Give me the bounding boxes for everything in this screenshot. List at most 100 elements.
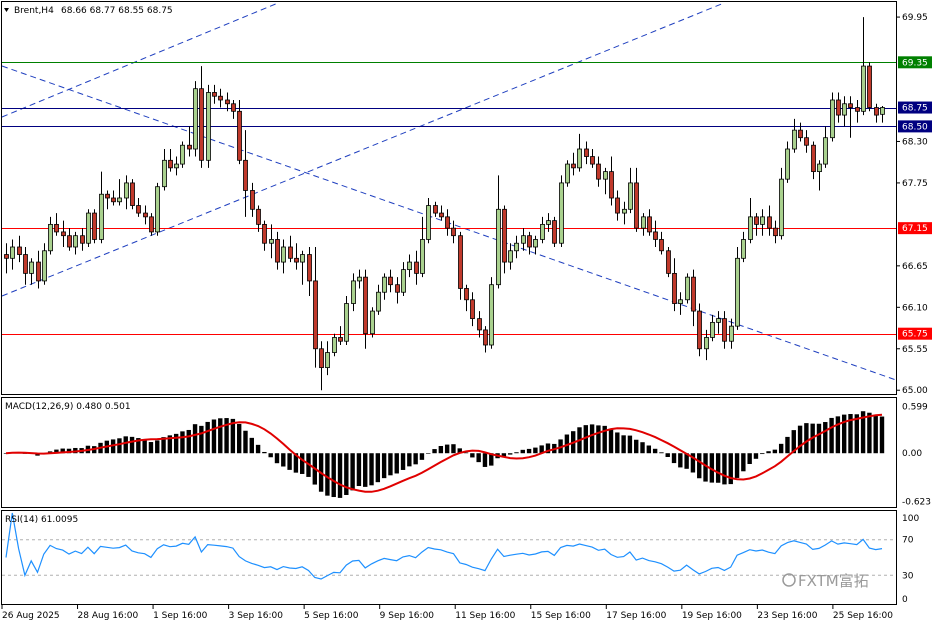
macd-bar xyxy=(728,453,733,485)
candle-body-down xyxy=(54,223,59,233)
candle-body-up xyxy=(748,216,753,240)
price-tick-label: 65.55 xyxy=(902,345,928,355)
macd-bar xyxy=(199,425,204,454)
candle-body-down xyxy=(811,144,816,173)
chart-svg: 69.95 68.30 67.75 66.65 66.10 65.55 65.00 69.3… xyxy=(0,0,936,624)
candle xyxy=(332,333,337,357)
candle-body-up xyxy=(10,246,15,259)
macd-bar xyxy=(363,453,368,487)
candle-body-up xyxy=(830,99,835,139)
macd-bar xyxy=(526,448,532,454)
level-tag-68-50: 68.50 xyxy=(898,120,932,133)
candle-body-up xyxy=(281,246,286,263)
candle-body-up xyxy=(792,129,797,150)
candle-body-down xyxy=(477,318,482,331)
macd-bar xyxy=(274,453,280,464)
price-tick-label: 66.65 xyxy=(902,262,928,272)
candle-body-up xyxy=(351,280,356,304)
candle-body-down xyxy=(80,235,85,244)
candle-body-down xyxy=(307,254,312,282)
candle xyxy=(867,62,872,112)
macd-bar xyxy=(407,453,412,467)
rsi-tick-label: 0 xyxy=(902,595,908,605)
candle-body-down xyxy=(168,159,173,169)
candle-body-up xyxy=(565,163,570,184)
macd-bar xyxy=(432,449,437,454)
candle-body-down xyxy=(243,159,248,191)
candle-body-up xyxy=(193,88,198,150)
candle-body-up xyxy=(704,337,709,350)
price-tick-label: 66.10 xyxy=(902,303,928,313)
candle-body-down xyxy=(288,246,293,259)
macd-bar xyxy=(476,453,481,463)
candle-body-up xyxy=(29,261,34,274)
candle xyxy=(697,303,702,357)
candle-body-up xyxy=(685,276,690,301)
candle-body-down xyxy=(697,310,702,350)
candle-body-down xyxy=(23,254,28,274)
macd-bar xyxy=(249,437,254,454)
time-tick-label: 15 Sep 16:00 xyxy=(531,611,591,621)
candle-body-down xyxy=(666,250,671,274)
time-tick-label: 11 Sep 16:00 xyxy=(455,611,515,621)
candle-body-up xyxy=(344,303,349,342)
candle-body-up xyxy=(508,250,513,263)
candle-body-up xyxy=(622,208,627,214)
macd-bar xyxy=(640,442,645,454)
candle xyxy=(92,209,97,244)
macd-bar xyxy=(608,428,614,454)
time-tick-label: 26 Aug 2025 xyxy=(2,611,60,621)
time-tick-label: 9 Sep 16:00 xyxy=(380,611,435,621)
candle-body-down xyxy=(149,216,154,233)
candle-body-down xyxy=(231,103,236,112)
time-tick-label: 5 Sep 16:00 xyxy=(304,611,359,621)
candle-body-up xyxy=(546,220,551,225)
macd-bar xyxy=(375,453,381,483)
candle-body-down xyxy=(615,197,620,214)
macd-bar xyxy=(281,453,286,467)
macd-bar xyxy=(243,430,248,454)
macd-bar xyxy=(300,453,305,474)
candle-body-down xyxy=(130,182,135,206)
time-tick-label: 1 Sep 16:00 xyxy=(153,611,208,621)
candle-body-up xyxy=(357,276,362,282)
rsi-label: RSI(14) 61.0095 xyxy=(5,515,78,525)
candle-body-down xyxy=(527,235,532,248)
candle-body-down xyxy=(571,163,576,169)
candle-body-up xyxy=(842,103,847,116)
ohlc-readout: 68.66 68.77 68.55 68.75 xyxy=(61,6,173,16)
macd-bar xyxy=(331,453,336,498)
price-tick-label: 67.75 xyxy=(902,179,928,189)
macd-bar xyxy=(722,453,727,485)
time-tick-label: 23 Sep 16:00 xyxy=(757,611,817,621)
candle-body-down xyxy=(691,276,696,312)
candle-body-down xyxy=(395,284,400,293)
macd-bar xyxy=(697,453,702,479)
candle-body-down xyxy=(634,182,639,229)
candle xyxy=(735,247,740,330)
macd-bar xyxy=(646,445,652,454)
macd-bar xyxy=(715,453,721,483)
candle-body-up xyxy=(99,193,104,240)
candle-body-up xyxy=(641,216,646,229)
candle xyxy=(489,277,494,349)
macd-bar xyxy=(520,449,525,454)
candle-body-up xyxy=(861,65,866,112)
macd-tick-label: -0.623 xyxy=(902,498,931,508)
macd-bar xyxy=(394,453,399,474)
macd-bar xyxy=(180,431,185,454)
candle-body-up xyxy=(325,352,330,369)
macd-bar xyxy=(797,425,803,454)
candle-body-up xyxy=(540,223,545,240)
candle-body-up xyxy=(420,239,425,274)
macd-bar xyxy=(400,453,406,470)
macd-bar xyxy=(148,442,154,454)
level-tag-label: 67.15 xyxy=(902,224,928,234)
candle xyxy=(155,182,160,236)
candle-body-up xyxy=(760,216,765,225)
macd-bar xyxy=(816,423,822,454)
candle-body-down xyxy=(36,261,41,282)
candle-body-up xyxy=(880,107,885,115)
macd-bar xyxy=(356,453,362,487)
level-tag-67-15: 67.15 xyxy=(898,222,932,235)
